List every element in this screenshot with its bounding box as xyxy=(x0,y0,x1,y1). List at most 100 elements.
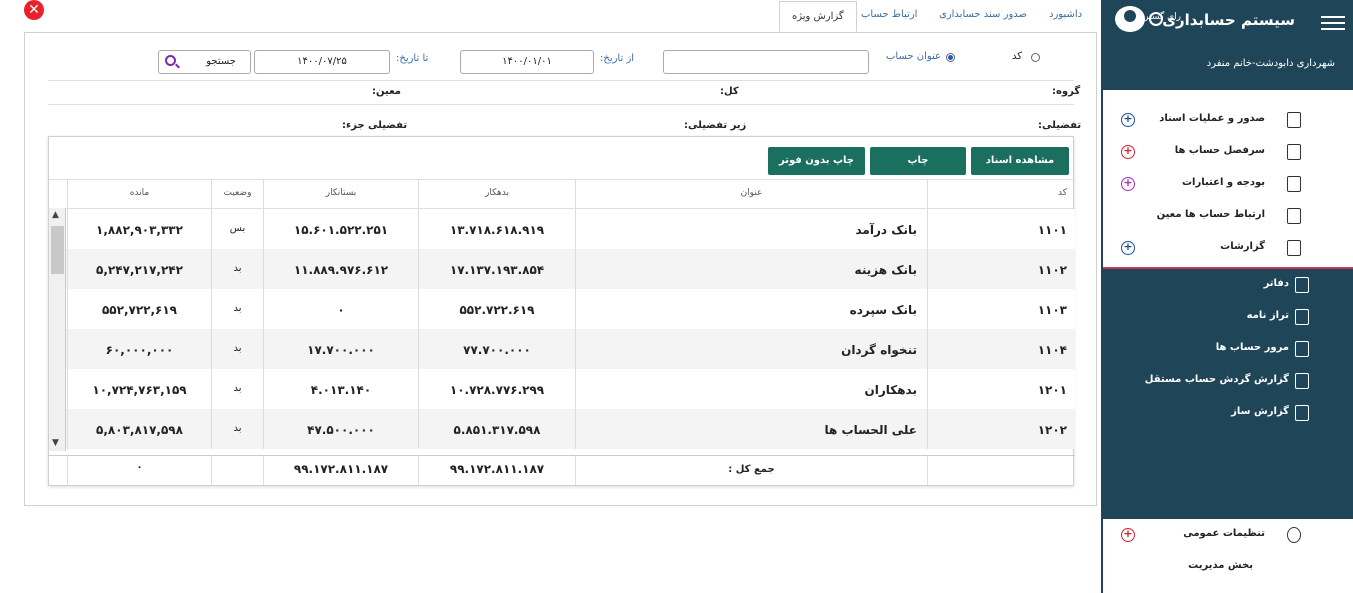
total-credit: ۹۹.۱۷۲.۸۱۱.۱۸۷ xyxy=(263,456,418,485)
sidebar-subitem-label: دفاتر xyxy=(1263,278,1289,289)
cell-balance: ۵,۸۰۳,۸۱۷,۵۹۸ xyxy=(67,409,211,449)
scroll-down-icon[interactable]: ▼ xyxy=(52,438,59,448)
plus-icon[interactable]: + xyxy=(1121,113,1135,127)
sidebar-subitem[interactable]: گزارش گردش حساب مستقل xyxy=(1103,365,1353,397)
cell-credit: ۰ xyxy=(263,289,418,329)
cell-status: بد xyxy=(211,329,263,369)
table-row[interactable]: ۱۲۰۲ علی الحساب ها ۵.۸۵۱.۳۱۷.۵۹۸ ۴۷.۵۰۰.۰۰۰… xyxy=(49,409,1075,449)
sidebar-item-label: گزارشات xyxy=(1220,241,1265,252)
cell-debit: ۵۵۲.۷۲۲.۶۱۹ xyxy=(418,289,575,329)
tab-account-link[interactable]: ارتباط حساب xyxy=(861,0,917,31)
report-icon xyxy=(1295,309,1309,325)
app-root: ✕ داشبورد صدور سند حسابداری ارتباط حساب … xyxy=(0,0,1353,593)
total-row: جمع کل : ۹۹.۱۷۲.۸۱۱.۱۸۷ ۹۹.۱۷۲.۸۱۱.۱۸۷ ۰ xyxy=(49,455,1075,485)
total-balance: ۰ xyxy=(67,456,211,485)
table-row[interactable]: ۱۱۰۲ بانک هزینه ۱۷.۱۳۷.۱۹۳.۸۵۴ ۱۱.۸۸۹.۹۷۶.۶… xyxy=(49,249,1075,289)
col-credit: بستانکار xyxy=(263,180,418,208)
sidebar-item-admin[interactable]: بخش مدیریت xyxy=(1103,551,1353,583)
cell-credit: ۴.۰۱۳.۱۴۰ xyxy=(263,369,418,409)
gear-icon xyxy=(1287,527,1301,543)
cell-status: بس xyxy=(211,209,263,249)
cell-status: بد xyxy=(211,409,263,449)
sidebar-item[interactable]: صدور و عملیات اسناد + xyxy=(1103,104,1353,136)
print-button[interactable]: چاپ xyxy=(870,147,966,175)
radio-title[interactable] xyxy=(946,53,955,62)
table-row[interactable]: ۱۱۰۴ تنخواه گردان ۷۷.۷۰۰.۰۰۰ ۱۷.۷۰۰.۰۰۰ بد ۶۰… xyxy=(49,329,1075,369)
table-scrollbar[interactable]: ▲ ▼ xyxy=(49,208,66,451)
organization-name: شهرداری دابودشت-خانم منفرد xyxy=(1206,58,1335,69)
report-panel: مشاهده اسناد چاپ چاپ بدون فوتر کد عنوان … xyxy=(48,136,1075,486)
sidebar: سیستم حسابداری رای گستر شهرداری دابودشت-… xyxy=(1101,0,1353,593)
sidebar-subitem-label: گزارش ساز xyxy=(1231,406,1289,417)
total-label: جمع کل : xyxy=(575,456,927,485)
tafsili-joz-label: تفضیلی جزء: xyxy=(342,120,408,131)
cell-title: بدهکاران xyxy=(575,369,927,409)
sidebar-header: سیستم حسابداری رای گستر شهرداری دابودشت-… xyxy=(1103,0,1353,90)
zir-tafsili-label: زیر تفضیلی: xyxy=(684,120,747,131)
sidebar-item-settings[interactable]: تنظیمات عمومی + xyxy=(1103,519,1353,551)
search-button[interactable]: جستجو xyxy=(158,50,251,74)
sidebar-item[interactable]: ارتباط حساب ها معین xyxy=(1103,200,1353,232)
cell-debit: ۷۷.۷۰۰.۰۰۰ xyxy=(418,329,575,369)
cell-title: تنخواه گردان xyxy=(575,329,927,369)
sidebar-subitem[interactable]: مرور حساب ها xyxy=(1103,333,1353,365)
cell-code: ۱۱۰۳ xyxy=(927,289,1075,329)
sidebar-item[interactable]: سرفصل حساب ها + xyxy=(1103,136,1353,168)
tafsili-label: تفضیلی: xyxy=(1038,120,1082,131)
radio-code[interactable] xyxy=(1031,53,1040,62)
search-button-label: جستجو xyxy=(206,56,236,67)
close-icon[interactable]: ✕ xyxy=(24,0,44,20)
sidebar-subitem[interactable]: گزارش ساز xyxy=(1103,397,1353,429)
table-row[interactable]: ۱۲۰۱ بدهکاران ۱۰.۷۲۸.۷۷۶.۲۹۹ ۴.۰۱۳.۱۴۰ بد ۱۰,… xyxy=(49,369,1075,409)
tab-special-report[interactable]: گزارش ویژه xyxy=(779,1,857,32)
cell-balance: ۶۰,۰۰۰,۰۰۰ xyxy=(67,329,211,369)
divider xyxy=(48,80,1074,81)
avatar[interactable] xyxy=(1115,6,1145,32)
to-date-label: تا تاریخ: xyxy=(396,53,429,64)
search-icon xyxy=(165,55,176,66)
col-code: کد xyxy=(927,180,1075,208)
tab-dashboard[interactable]: داشبورد xyxy=(1049,0,1082,31)
menu-item-icon xyxy=(1287,144,1301,160)
plus-icon[interactable]: + xyxy=(1121,177,1135,191)
plus-icon[interactable]: + xyxy=(1121,241,1135,255)
cell-code: ۱۱۰۴ xyxy=(927,329,1075,369)
menu-item-icon xyxy=(1287,240,1301,256)
view-docs-button[interactable]: مشاهده اسناد xyxy=(971,147,1069,175)
cell-balance: ۵۵۲,۷۲۲,۶۱۹ xyxy=(67,289,211,329)
table-row[interactable]: ۱۱۰۱ بانک درآمد ۱۳.۷۱۸.۶۱۸.۹۱۹ ۱۵.۶۰۱.۵۲۲.۲… xyxy=(49,209,1075,249)
cell-debit: ۵.۸۵۱.۳۱۷.۵۹۸ xyxy=(418,409,575,449)
to-date-input[interactable]: ۱۴۰۰/۰۷/۲۵ xyxy=(254,50,390,74)
plus-icon[interactable]: + xyxy=(1121,528,1135,542)
col-balance: مانده xyxy=(67,180,211,208)
moein-label: معین: xyxy=(372,86,401,97)
sidebar-item[interactable]: گزارشات + xyxy=(1103,232,1353,264)
plus-icon[interactable]: + xyxy=(1121,145,1135,159)
app-title: سیستم حسابداری xyxy=(1162,11,1295,29)
total-empty xyxy=(927,456,1075,485)
sidebar-subitem[interactable]: دفاتر xyxy=(1103,269,1353,301)
sidebar-item[interactable]: بودجه و اعتبارات + xyxy=(1103,168,1353,200)
menu-icon[interactable] xyxy=(1321,16,1345,30)
cell-debit: ۱۷.۱۳۷.۱۹۳.۸۵۴ xyxy=(418,249,575,289)
total-debit: ۹۹.۱۷۲.۸۱۱.۱۸۷ xyxy=(418,456,575,485)
from-date-input[interactable]: ۱۴۰۰/۰۱/۰۱ xyxy=(460,50,594,74)
print-no-footer-button[interactable]: چاپ بدون فوتر xyxy=(768,147,865,175)
cell-credit: ۱۵.۶۰۱.۵۲۲.۲۵۱ xyxy=(263,209,418,249)
cell-debit: ۱۰.۷۲۸.۷۷۶.۲۹۹ xyxy=(418,369,575,409)
title-input[interactable] xyxy=(663,50,869,74)
radio-code-label: کد xyxy=(1012,51,1023,62)
power-icon[interactable] xyxy=(1149,12,1163,26)
cell-balance: ۵,۲۴۷,۲۱۷,۲۴۲ xyxy=(67,249,211,289)
scroll-up-icon[interactable]: ▲ xyxy=(52,210,59,220)
sidebar-subitem-label: تراز نامه xyxy=(1246,310,1289,321)
tab-voucher[interactable]: صدور سند حسابداری xyxy=(939,0,1027,31)
col-title: عنوان xyxy=(575,180,927,208)
table-row[interactable]: ۱۱۰۳ بانک سپرده ۵۵۲.۷۲۲.۶۱۹ ۰ بد ۵۵۲,۷۲۲,۶۱۹ xyxy=(49,289,1075,329)
cell-code: ۱۲۰۱ xyxy=(927,369,1075,409)
sidebar-subitem[interactable]: تراز نامه xyxy=(1103,301,1353,333)
menu-item-icon xyxy=(1287,112,1301,128)
cell-title: علی الحساب ها xyxy=(575,409,927,449)
sidebar-menu: صدور و عملیات اسناد + سرفصل حساب ها + بودجه … xyxy=(1103,104,1353,264)
scroll-thumb[interactable] xyxy=(51,226,64,274)
